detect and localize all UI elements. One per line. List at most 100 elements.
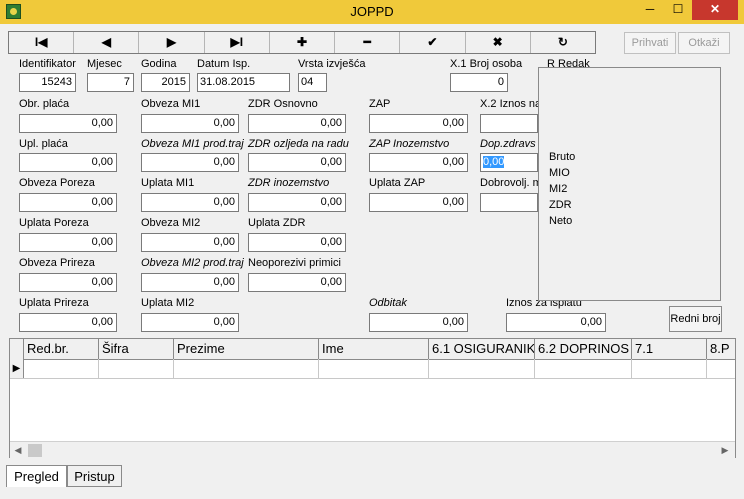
col-doprinos[interactable]: 6.2 DOPRINOS [535,339,632,359]
cancel-edit-button[interactable]: ✖ [466,32,531,53]
uplata-zdr-label: Uplata ZDR [248,217,306,229]
accept-button[interactable]: Prihvati [624,32,676,54]
obveza-prireza-label: Obveza Prireza [19,257,95,269]
iznos-isplatu-field[interactable]: 0,00 [506,313,606,332]
last-record-button[interactable]: ▶I [205,32,270,53]
odbitak-field[interactable]: 0,00 [369,313,468,332]
zdr-inozemstvo-field[interactable]: 0,00 [248,193,346,212]
uplata-zap-label: Uplata ZAP [369,177,426,189]
col-prezime[interactable]: Prezime [174,339,319,359]
prev-record-button[interactable]: ◀ [74,32,140,53]
obr-placa-label: Obr. plaća [19,98,70,110]
obveza-mi2-prod-label: Obveza MI2 prod.traj [141,257,244,269]
identifikator-field[interactable]: 15243 [19,73,76,92]
zdr-osnovno-field[interactable]: 0,00 [248,114,346,133]
obr-placa-field[interactable]: 0,00 [19,114,117,133]
table-cell[interactable] [99,359,174,378]
table-cell[interactable] [24,359,99,378]
obveza-mi1-prod-field[interactable]: 0,00 [141,153,239,172]
godina-label: Godina [141,58,177,70]
scroll-thumb[interactable] [28,444,42,457]
dobrovoljno-field[interactable] [480,193,538,212]
uplata-poreza-field[interactable]: 0,00 [19,233,117,252]
obveza-poreza-label: Obveza Poreza [19,177,95,189]
popup-item-mio[interactable]: MIO [549,167,570,179]
col-7-1[interactable]: 7.1 [632,339,707,359]
grid-corner [10,339,24,359]
tab-pristup[interactable]: Pristup [67,465,122,487]
zdr-ozljeda-label: ZDR ozljeda na radu [248,138,349,150]
selected-value: 0,00 [483,156,505,168]
first-record-button[interactable]: I◀ [9,32,75,53]
upl-placa-label: Upl. plaća [19,138,68,150]
delete-record-button[interactable]: ━ [335,32,401,53]
table-cell[interactable] [319,359,429,378]
zdr-ozljeda-field[interactable]: 0,00 [248,153,346,172]
uplata-zdr-field[interactable]: 0,00 [248,233,346,252]
obveza-mi2-field[interactable]: 0,00 [141,233,239,252]
cancel-button[interactable]: Otkaži [678,32,730,54]
neoporezivi-label: Neoporezivi primici [248,257,341,269]
odbitak-label: Odbitak [369,297,407,309]
close-button[interactable]: ✕ [692,0,738,20]
table-cell[interactable] [174,359,319,378]
datum-field[interactable]: 31.08.2015 [197,73,290,92]
obveza-mi1-field[interactable]: 0,00 [141,114,239,133]
grid-header: Red.br. Šifra Prezime Ime 6.1 OSIGURANIK… [10,339,735,360]
popup-item-neto[interactable]: Neto [549,215,572,227]
zdr-osnovno-label: ZDR Osnovno [248,98,318,110]
table-cell[interactable] [429,359,535,378]
redni-broj-button[interactable]: Redni broj [669,306,722,332]
tab-pregled[interactable]: Pregled [6,465,67,487]
upl-placa-field[interactable]: 0,00 [19,153,117,172]
minimize-button[interactable]: ─ [636,0,664,20]
scroll-right-icon[interactable]: ▶ [717,444,733,457]
scroll-left-icon[interactable]: ◀ [10,444,26,457]
col-sifra[interactable]: Šifra [99,339,174,359]
col-redbr[interactable]: Red.br. [24,339,99,359]
data-grid[interactable]: Red.br. Šifra Prezime Ime 6.1 OSIGURANIK… [9,338,736,458]
table-cell[interactable] [535,359,632,378]
dop-zdravstvo-field[interactable]: 0,00 [480,153,538,172]
add-record-button[interactable]: ✚ [270,32,336,53]
obveza-poreza-field[interactable]: 0,00 [19,193,117,212]
vrsta-label: Vrsta izvješća [298,58,366,70]
mjesec-field[interactable]: 7 [87,73,134,92]
popup-item-mi2[interactable]: MI2 [549,183,567,195]
popup-item-zdr[interactable]: ZDR [549,199,572,211]
godina-field[interactable]: 2015 [141,73,190,92]
dop-zdravstvo-label: Dop.zdravs [480,138,536,150]
vrsta-field[interactable]: 04 [298,73,327,92]
calc-popup-list[interactable]: Bruto MIO MI2 ZDR Neto [538,67,721,301]
uplata-prireza-field[interactable]: 0,00 [19,313,117,332]
obveza-prireza-field[interactable]: 0,00 [19,273,117,292]
horizontal-scrollbar[interactable]: ◀ ▶ [10,441,735,459]
uplata-mi2-field[interactable]: 0,00 [141,313,239,332]
broj-osoba-field[interactable]: 0 [450,73,508,92]
uplata-mi2-label: Uplata MI2 [141,297,195,309]
zdr-inozemstvo-label: ZDR inozemstvo [248,177,330,189]
uplata-mi1-field[interactable]: 0,00 [141,193,239,212]
broj-osoba-label: X.1 Broj osoba [450,58,523,70]
obveza-mi2-prod-field[interactable]: 0,00 [141,273,239,292]
post-record-button[interactable]: ✔ [400,32,466,53]
zap-inozemstvo-field[interactable]: 0,00 [369,153,468,172]
datum-label: Datum Isp. [197,58,251,70]
x2-iznos-field[interactable] [480,114,538,133]
record-navigator: I◀ ◀ ▶ ▶I ✚ ━ ✔ ✖ ↻ [8,31,596,54]
next-record-button[interactable]: ▶ [139,32,205,53]
neoporezivi-field[interactable]: 0,00 [248,273,346,292]
col-osiguranik[interactable]: 6.1 OSIGURANIK [429,339,535,359]
uplata-prireza-label: Uplata Prireza [19,297,89,309]
refresh-button[interactable]: ↻ [531,32,595,53]
uplata-zap-field[interactable]: 0,00 [369,193,468,212]
col-ime[interactable]: Ime [319,339,429,359]
zap-field[interactable]: 0,00 [369,114,468,133]
maximize-button[interactable]: ☐ [664,0,692,20]
popup-item-bruto[interactable]: Bruto [549,151,575,163]
uplata-poreza-label: Uplata Poreza [19,217,89,229]
table-cell[interactable] [632,359,707,378]
table-row[interactable]: ▶ [10,359,735,379]
x2-iznos-label: X.2 Iznos na [480,98,538,110]
col-8-p[interactable]: 8.P [707,339,735,359]
